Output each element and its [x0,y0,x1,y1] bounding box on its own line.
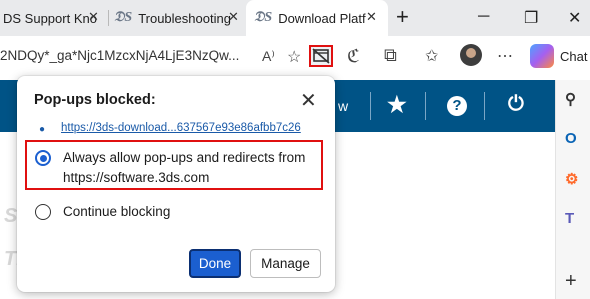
allow-option-line2[interactable]: https://software.3ds.com [63,168,209,188]
allow-radio[interactable] [35,150,51,166]
add-icon[interactable]: + [565,270,577,293]
more-icon[interactable]: ⋯ [497,46,513,66]
header-divider [370,92,371,120]
url-field[interactable]: 2NDQy*_ga*Njc1MzcxNjA4LjE3NzQw... [0,48,239,63]
header-partial-text: w [338,98,349,114]
close-icon[interactable]: ✕ [300,88,317,113]
favorite-star-icon[interactable]: ☆ [287,47,301,67]
close-tab-icon[interactable]: ✕ [88,9,99,25]
avatar[interactable] [460,44,482,66]
extensions-icon[interactable]: ⧉ [384,45,397,66]
blocked-popup-link[interactable]: https://3ds-download...637567e93e86afbb7… [61,122,301,134]
tab-strip: DS Support Kno ✕ 𝔇S Troubleshooting ✕ 𝔇S… [0,0,590,36]
help-icon[interactable]: ? [447,96,467,116]
header-divider [425,92,426,120]
tab-label: Troubleshooting [138,10,231,26]
done-button[interactable]: Done [189,249,241,278]
manage-button[interactable]: Manage [250,249,321,278]
teams-icon[interactable]: T [565,210,574,227]
hubspot-icon[interactable]: ⚙ [565,170,578,188]
tab-download-platform[interactable]: 𝔇S Download Platf ✕ [246,0,388,36]
tab-troubleshooting[interactable]: 𝔇S Troubleshooting ✕ [114,0,242,36]
close-tab-icon[interactable]: ✕ [366,9,377,25]
allow-option-line1[interactable]: Always allow pop-ups and redirects from [63,148,305,168]
chat-label[interactable]: Chat [560,49,587,64]
address-bar: 2NDQy*_ga*Njc1MzcxNjA4LjE3NzQw... A⁾ ☆ ℭ… [0,36,590,81]
restore-button[interactable]: ❐ [524,8,538,28]
tab-label: DS Support Kno [3,10,97,26]
favorites-icon[interactable]: ✩ [425,46,438,66]
bullet-icon: ● [39,124,46,135]
ds-logo-icon: 𝔇S [254,10,273,25]
popup-blocked-icon[interactable] [309,45,333,67]
minimize-button[interactable]: ─ [478,8,489,26]
dialog-title: Pop-ups blocked: [34,92,156,108]
copilot-icon[interactable] [530,44,554,68]
tab-ds-support[interactable]: DS Support Kno ✕ [0,0,104,36]
continue-blocking-label[interactable]: Continue blocking [63,202,170,222]
header-divider [484,92,485,120]
power-icon[interactable]: ⏻ [508,93,524,116]
window-close-button[interactable]: ✕ [568,8,581,28]
edge-sidebar: ⚲ O ⚙ T + [555,80,590,299]
tab-separator [108,10,109,26]
background-text: S [4,205,18,227]
continue-blocking-radio[interactable] [35,204,51,220]
search-icon[interactable]: ⚲ [565,90,576,108]
ds-logo-icon: 𝔇S [114,10,133,25]
new-tab-button[interactable]: + [396,4,409,30]
close-tab-icon[interactable]: ✕ [228,9,239,25]
read-aloud-icon[interactable]: A⁾ [262,48,275,65]
outlook-icon[interactable]: O [565,130,577,147]
browser-essentials-icon[interactable]: ℭ [347,46,360,67]
tab-label: Download Platf [278,10,366,26]
popups-blocked-dialog: Pop-ups blocked: ✕ ● https://3ds-downloa… [17,76,335,292]
star-icon[interactable]: ★ [387,92,407,118]
